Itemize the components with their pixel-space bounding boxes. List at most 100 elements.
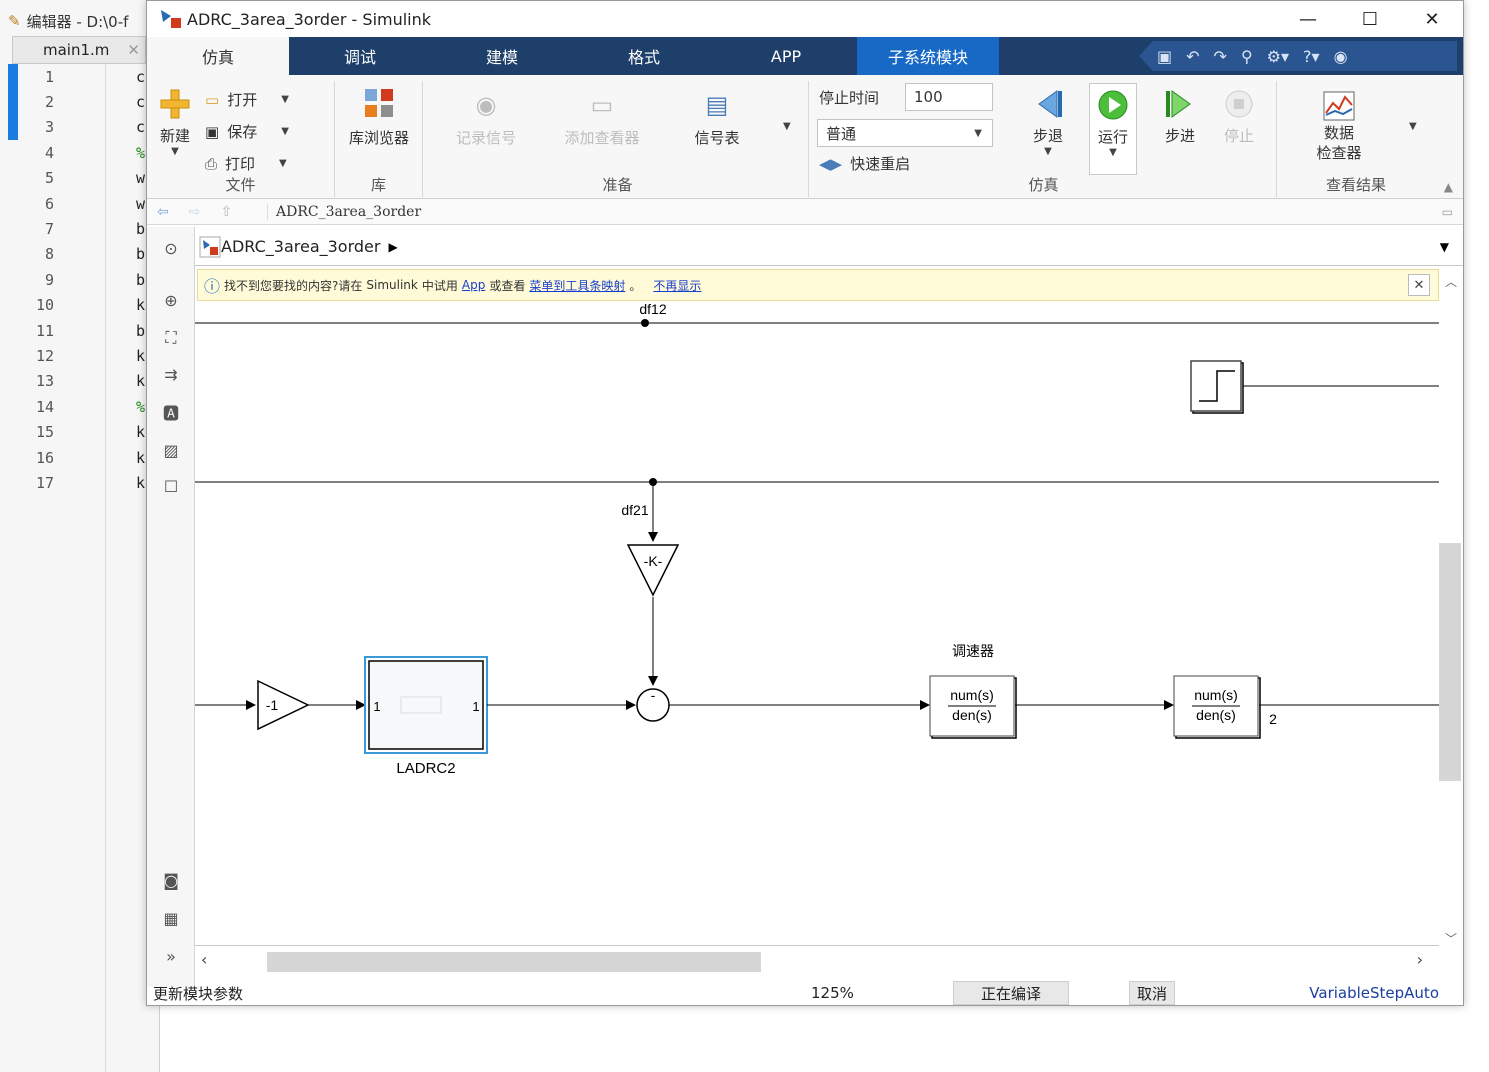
scroll-down-icon[interactable]: ﹀	[1445, 930, 1457, 947]
cancel-button[interactable]: 取消	[1129, 981, 1175, 1005]
save-button[interactable]: ▣ 保存 ▼	[205, 121, 289, 142]
run-button[interactable]: 运行 ▼	[1089, 83, 1137, 175]
print-button[interactable]: ⎙ 打印 ▼	[205, 153, 287, 174]
scroll-up-icon[interactable]: ︿	[1445, 273, 1457, 290]
tab-apps[interactable]: APP	[715, 37, 857, 75]
undo-icon[interactable]: ↶	[1186, 47, 1199, 66]
fit-to-view-icon[interactable]: ⛶	[159, 327, 183, 349]
solver-indicator[interactable]: VariableStepAuto	[1309, 984, 1439, 1002]
simulation-mode-select[interactable]: 普通 ▼	[817, 119, 993, 147]
app-link[interactable]: App	[462, 278, 485, 292]
model-canvas[interactable]: df12 df21 -K- -1 1 1 LADRC2 - 调速器 num(s)…	[195, 301, 1439, 931]
address-path[interactable]: ADRC_3area_3order	[267, 203, 421, 220]
editor-line[interactable]: 10 k	[0, 293, 150, 318]
expand-palette-icon[interactable]: »	[159, 945, 183, 967]
maximize-button[interactable]: ☐	[1339, 1, 1401, 37]
tab-simulation[interactable]: 仿真	[147, 37, 289, 75]
open-button[interactable]: ▭ 打开 ▼	[205, 89, 289, 110]
line-number: 4	[44, 143, 54, 162]
close-tab-icon[interactable]: ✕	[127, 41, 140, 59]
save-icon[interactable]: ▣	[1157, 47, 1172, 66]
governor-label[interactable]: 调速器	[952, 643, 994, 659]
editor-line[interactable]: 2c	[0, 89, 150, 114]
governor-transfer-function-block[interactable]: num(s) den(s)	[929, 675, 1017, 739]
collapse-ribbon-icon[interactable]: ▲	[1444, 180, 1453, 194]
up-arrow-icon[interactable]: ⇧	[220, 204, 232, 220]
sum-block[interactable]: -	[636, 687, 670, 722]
step-back-button[interactable]: 步退 ▼	[1023, 87, 1073, 157]
chevron-down-icon[interactable]: ▼	[1440, 240, 1449, 254]
breadcrumb-arrow-icon[interactable]: ▶	[388, 240, 397, 254]
editor-line[interactable]: 5w	[0, 166, 150, 191]
log-signals-button[interactable]: ◉ 记录信号	[451, 91, 521, 148]
horizontal-scrollbar[interactable]: ‹ ›	[195, 945, 1439, 973]
add-viewer-button[interactable]: ▭ 添加查看器	[557, 91, 647, 148]
search-icon[interactable]: ⚲	[1241, 47, 1253, 66]
gain-k-block[interactable]: -K-	[626, 544, 680, 597]
tab-subsystem-block[interactable]: 子系统模块	[857, 37, 999, 75]
signal-route-icon[interactable]: ⇉	[159, 363, 183, 385]
ladrc2-label[interactable]: LADRC2	[396, 760, 455, 777]
editor-line[interactable]: 1c	[0, 64, 150, 89]
scroll-left-icon[interactable]: ‹	[201, 950, 207, 969]
fast-restart-toggle[interactable]: ◀▶ 快速重启	[819, 153, 910, 174]
properties-icon[interactable]: ▦	[159, 907, 183, 929]
model-settings-icon[interactable]: ⚙▾	[1267, 47, 1289, 66]
ladrc2-subsystem-block[interactable]: 1 1	[364, 656, 488, 754]
vertical-scrollbar[interactable]: ︿ ﹀	[1439, 267, 1463, 951]
tab-debug[interactable]: 调试	[289, 37, 431, 75]
tab-format[interactable]: 格式	[573, 37, 715, 75]
help-icon[interactable]: ?▾	[1303, 47, 1320, 66]
minimize-button[interactable]: —	[1277, 1, 1339, 37]
review-gallery-expand[interactable]: ▼	[1409, 121, 1417, 132]
close-info-icon[interactable]: ✕	[1408, 274, 1430, 296]
step-forward-button[interactable]: 步进	[1155, 87, 1205, 146]
back-arrow-icon[interactable]: ⇦	[157, 204, 169, 220]
signal-label-df21[interactable]: df21	[621, 502, 648, 518]
new-button[interactable]: 新建 ▼	[155, 87, 195, 157]
editor-line[interactable]: 13 k	[0, 369, 150, 394]
area-icon[interactable]: ☐	[159, 475, 183, 497]
turbine-transfer-function-block[interactable]: num(s) den(s)	[1173, 675, 1261, 739]
zoom-level[interactable]: 125%	[811, 984, 854, 1002]
zoom-icon[interactable]: ⊕	[159, 289, 183, 311]
editor-line[interactable]: 11 b	[0, 318, 150, 343]
collapse-ribbon-icon[interactable]: ◉	[1334, 47, 1348, 66]
library-browser-button[interactable]: 库浏览器	[345, 87, 413, 148]
editor-line[interactable]: 3c	[0, 115, 150, 140]
editor-line[interactable]: 9b	[0, 267, 150, 292]
forward-arrow-icon[interactable]: ⇨	[189, 204, 201, 220]
editor-line[interactable]: 16 k	[0, 445, 150, 470]
editor-line[interactable]: 4%	[0, 140, 150, 165]
editor-line[interactable]: 15 k	[0, 419, 150, 444]
tab-modeling[interactable]: 建模	[431, 37, 573, 75]
editor-line[interactable]: 7b	[0, 216, 150, 241]
editor-line[interactable]: 14%	[0, 394, 150, 419]
editor-line[interactable]: 8b	[0, 242, 150, 267]
close-window-button[interactable]: ✕	[1401, 1, 1463, 37]
redo-icon[interactable]: ↷	[1214, 47, 1227, 66]
camera-icon[interactable]: ◙	[159, 869, 183, 891]
step-block[interactable]	[1190, 360, 1244, 414]
signal-table-button[interactable]: ▤ 信号表	[685, 91, 749, 148]
vertical-scroll-thumb[interactable]	[1439, 543, 1461, 781]
annotation-icon[interactable]: 🅰	[159, 401, 183, 423]
menu-to-toolstrip-link[interactable]: 菜单到工具条映射	[529, 277, 625, 294]
image-icon[interactable]: ▨	[159, 439, 183, 461]
editor-line[interactable]: 17 k	[0, 470, 150, 495]
stop-time-input[interactable]: 100	[905, 83, 993, 111]
editor-line[interactable]: 6w	[0, 191, 150, 216]
stop-button[interactable]: 停止	[1215, 87, 1263, 146]
dont-show-again-link[interactable]: 不再显示	[653, 277, 701, 294]
gain-neg1-block[interactable]: -1	[257, 679, 310, 731]
editor-line[interactable]: 12 k	[0, 343, 150, 368]
data-inspector-button[interactable]: 数据 检查器	[1305, 91, 1373, 163]
breadcrumb-model-name[interactable]: ADRC_3area_3order	[221, 237, 380, 256]
scroll-right-icon[interactable]: ›	[1417, 950, 1423, 969]
signal-label-df12[interactable]: df12	[639, 301, 666, 317]
horizontal-scroll-thumb[interactable]	[267, 952, 761, 972]
prepare-gallery-expand[interactable]: ▼	[783, 121, 791, 132]
editor-tab-main1[interactable]: main1.m ✕	[12, 36, 146, 64]
hide-browser-icon[interactable]: ⊙	[159, 237, 183, 259]
layout-icon[interactable]: ▭	[1442, 205, 1453, 219]
